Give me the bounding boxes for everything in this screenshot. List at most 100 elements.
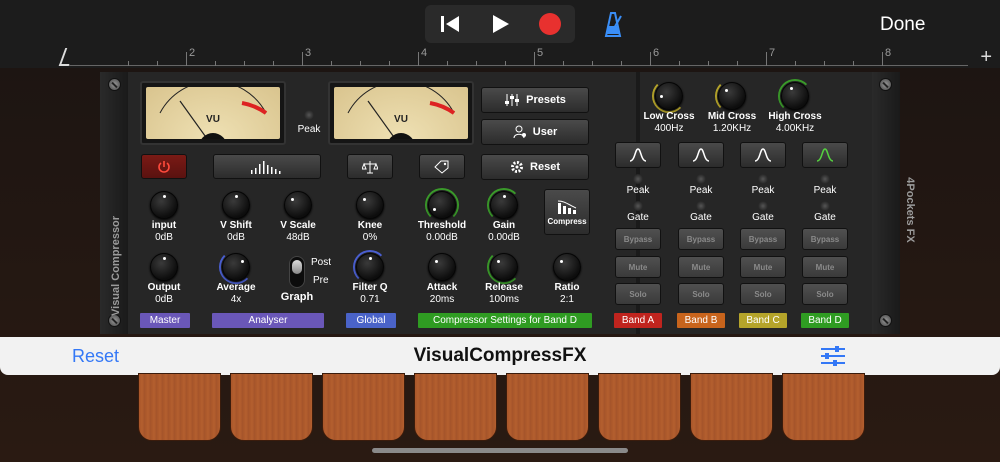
vu-right-label: VU (394, 114, 408, 125)
band-d-gate-knob[interactable] (820, 201, 830, 211)
v-shift-knob[interactable] (222, 191, 250, 219)
output-knob[interactable] (150, 253, 178, 281)
record-button[interactable] (525, 5, 575, 43)
band-a-tag[interactable]: Band A (614, 313, 662, 328)
rewind-button[interactable] (425, 5, 475, 43)
balance-button[interactable] (347, 154, 393, 179)
band-c-peak-knob[interactable] (758, 174, 768, 184)
drum-pad[interactable] (414, 373, 497, 441)
band-d-solo-button[interactable]: Solo (802, 283, 848, 305)
user-icon (513, 125, 526, 139)
band-c-tag[interactable]: Band C (739, 313, 787, 328)
bell-curve-icon (816, 148, 834, 162)
band-c-mute-button[interactable]: Mute (740, 256, 786, 278)
play-icon (493, 15, 509, 33)
gain-knob[interactable] (490, 191, 518, 219)
input-value: 0dB (155, 232, 173, 243)
mid-cross-label: Mid Cross (707, 111, 757, 122)
user-label: User (532, 126, 558, 138)
release-value: 100ms (488, 294, 519, 305)
tag-button[interactable] (419, 154, 465, 179)
band-b-gate-knob[interactable] (696, 201, 706, 211)
reset-preset-label: Reset (530, 161, 560, 173)
band-a-peak-knob[interactable] (633, 174, 643, 184)
band-b-mute-button[interactable]: Mute (678, 256, 724, 278)
ruler-bar-8: 8 (885, 47, 892, 59)
band-b-solo-button[interactable]: Solo (678, 283, 724, 305)
graph-toggle[interactable] (289, 256, 305, 288)
knee-value: 0% (362, 232, 378, 243)
presets-button[interactable]: Presets (481, 87, 589, 113)
reset-preset-button[interactable]: Reset (481, 154, 589, 180)
drum-pad[interactable] (138, 373, 221, 441)
v-scale-value: 48dB (286, 232, 310, 243)
band-b-filter-button[interactable] (678, 142, 724, 168)
mid-cross-knob[interactable] (718, 82, 746, 110)
plugin-main: VU Peak VU Presets User Reset Compress i… (128, 72, 872, 334)
band-c-peak-label: Peak (751, 185, 775, 196)
v-scale-knob[interactable] (284, 191, 312, 219)
spectrum-button[interactable] (213, 154, 321, 179)
band-a-filter-button[interactable] (615, 142, 661, 168)
band-c-solo-button[interactable]: Solo (740, 283, 786, 305)
v-shift-value: 0dB (227, 232, 245, 243)
band-b-tag[interactable]: Band B (677, 313, 725, 328)
drum-pad[interactable] (230, 373, 313, 441)
section-master-tag: Master (140, 313, 190, 328)
attack-knob[interactable] (428, 253, 456, 281)
input-knob[interactable] (150, 191, 178, 219)
balance-icon (362, 160, 378, 173)
drum-pad[interactable] (506, 373, 589, 441)
timeline-ruler[interactable]: 2 3 4 5 6 7 8 + (0, 46, 1000, 68)
band-d-filter-button[interactable] (802, 142, 848, 168)
average-knob[interactable] (222, 253, 250, 281)
vu-meter-left: VU (140, 81, 286, 145)
brand-title-vertical: 4Pockets FX (904, 177, 916, 243)
band-d-tag[interactable]: Band D (801, 313, 849, 328)
home-indicator[interactable] (372, 448, 628, 453)
band-d-peak-knob[interactable] (820, 174, 830, 184)
threshold-knob[interactable] (428, 191, 456, 219)
sliders-icon[interactable] (820, 345, 846, 367)
band-a-solo-button[interactable]: Solo (615, 283, 661, 305)
knee-knob[interactable] (356, 191, 384, 219)
drum-pad[interactable] (322, 373, 405, 441)
drum-pad[interactable] (598, 373, 681, 441)
playhead[interactable] (58, 48, 76, 66)
drum-pad[interactable] (782, 373, 865, 441)
low-cross-knob[interactable] (655, 82, 683, 110)
band-d-peak-label: Peak (813, 185, 837, 196)
screw-icon (108, 78, 121, 91)
filter-q-label: Filter Q (352, 282, 388, 293)
band-a-mute-button[interactable]: Mute (615, 256, 661, 278)
user-button[interactable]: User (481, 119, 589, 145)
compress-button[interactable]: Compress (544, 189, 590, 235)
done-button[interactable]: Done (880, 14, 925, 36)
band-c-gate-knob[interactable] (758, 201, 768, 211)
drum-pad[interactable] (690, 373, 773, 441)
band-c-filter-button[interactable] (740, 142, 786, 168)
low-cross-value: 400Hz (654, 123, 684, 134)
mid-cross-value: 1.20KHz (712, 123, 752, 134)
band-d-bypass-button[interactable]: Bypass (802, 228, 848, 250)
band-a-bypass-button[interactable]: Bypass (615, 228, 661, 250)
band-d-mute-button[interactable]: Mute (802, 256, 848, 278)
section-analyser-tag: Analyser (212, 313, 324, 328)
filter-q-knob[interactable] (356, 253, 384, 281)
ratio-knob[interactable] (553, 253, 581, 281)
add-section-button[interactable]: + (980, 46, 992, 68)
band-c-bypass-button[interactable]: Bypass (740, 228, 786, 250)
release-knob[interactable] (490, 253, 518, 281)
band-b-peak-knob[interactable] (696, 174, 706, 184)
band-d-gate-label: Gate (814, 212, 836, 223)
filter-q-value: 0.71 (360, 294, 380, 305)
high-cross-knob[interactable] (781, 82, 809, 110)
band-b-bypass-button[interactable]: Bypass (678, 228, 724, 250)
band-a-gate-knob[interactable] (633, 201, 643, 211)
metronome-icon[interactable] (600, 10, 626, 38)
band-c-gate-label: Gate (752, 212, 774, 223)
right-rack-strip (872, 72, 900, 334)
power-button[interactable] (141, 154, 187, 179)
play-button[interactable] (475, 5, 525, 43)
band-b-gate-label: Gate (690, 212, 712, 223)
